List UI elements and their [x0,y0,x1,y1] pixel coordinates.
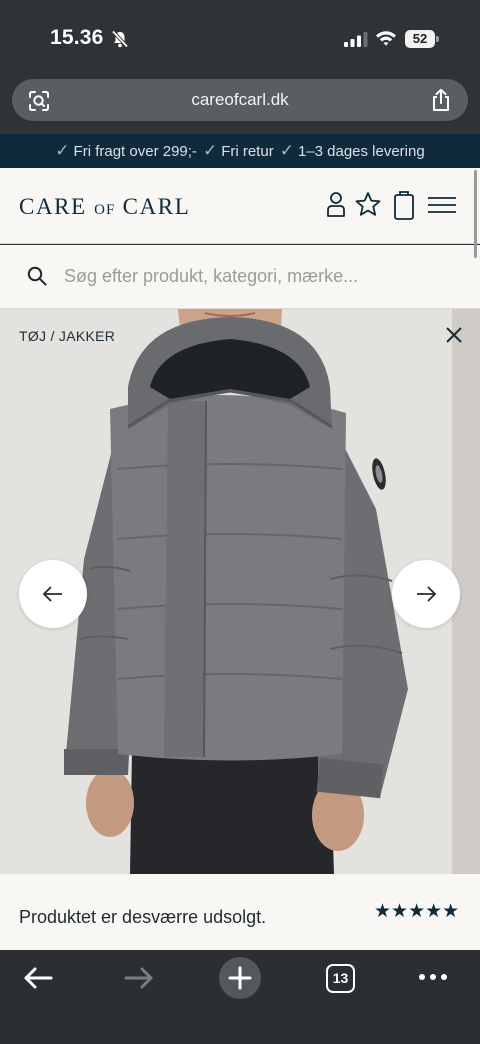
arrow-left-icon [42,586,62,602]
browser-address-area: careofcarl.dk [0,64,480,134]
signal-icon [344,32,368,47]
promo-bar: ✓ Fri fragt over 299;- ✓ Fri retur ✓ 1–3… [0,134,480,168]
promo-item: ✓ Fri fragt over 299;- [55,141,197,161]
check-icon: ✓ [55,141,70,160]
wifi-icon [376,31,396,46]
battery-tip [436,36,439,42]
product-info: Produktet er desværre udsolgt. ★★★★★ [0,874,480,950]
search-input[interactable] [64,259,454,293]
bag-icon[interactable] [393,189,415,221]
tabs-button[interactable]: 13 [326,964,355,993]
menu-icon[interactable] [427,196,457,214]
bell-slash-icon [111,30,129,48]
promo-text: 1–3 dages levering [297,142,425,160]
search-icon [27,266,47,286]
next-image-button[interactable] [392,560,460,628]
status-time: 15.36 [50,26,104,49]
browser-toolbar: 13 [0,950,480,1044]
address-bar[interactable]: careofcarl.dk [12,79,468,121]
search-area [0,245,480,309]
back-icon[interactable] [22,964,54,992]
promo-text: Fri fragt over 299;- [73,142,197,160]
plus-icon[interactable] [218,956,262,1000]
url-text[interactable]: careofcarl.dk [12,90,468,110]
site-logo[interactable]: CARE OF CARL [19,194,190,220]
site-header: CARE OF CARL [0,168,480,244]
logo-word-of: OF [94,202,116,218]
sold-out-text: Produktet er desværre udsolgt. [19,907,267,927]
page: 15.36 52 careofcarl.dk ✓ Fri fragt over … [0,0,480,1044]
product-image[interactable]: TØJ / JAKKER [0,309,480,874]
share-icon[interactable] [430,88,452,112]
check-icon: ✓ [202,141,218,160]
forward-icon[interactable] [123,964,155,992]
logo-word-care: CARE [19,194,87,219]
promo-text: Fri retur [221,142,274,160]
scrollbar[interactable] [474,170,477,258]
breadcrumb[interactable]: TØJ / JAKKER [19,328,115,344]
previous-image-button[interactable] [19,560,87,628]
star-icon[interactable] [354,191,382,217]
battery-indicator: 52 [405,30,439,48]
battery-level: 52 [405,30,435,48]
more-icon[interactable] [418,972,448,982]
close-icon[interactable] [444,325,464,345]
check-icon: ✓ [279,141,294,160]
logo-word-carl: CARL [122,194,191,219]
promo-item: ✓ Fri retur [203,141,274,161]
arrow-right-icon [417,586,437,602]
rating-stars[interactable]: ★★★★★ [374,900,459,923]
user-icon[interactable] [325,190,347,218]
promo-item: ✓ 1–3 dages levering [280,141,425,161]
